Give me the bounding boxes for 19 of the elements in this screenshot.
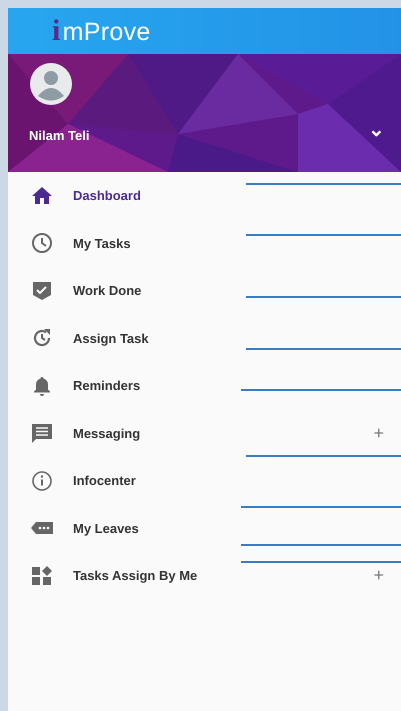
- menu-item[interactable]: Work Done: [8, 267, 401, 314]
- expand-toggle[interactable]: +: [373, 422, 384, 444]
- menu-item[interactable]: Assign Task: [8, 314, 401, 362]
- expand-toggle[interactable]: +: [373, 565, 384, 586]
- widgets-icon: [30, 564, 54, 588]
- avatar-icon[interactable]: [30, 63, 72, 105]
- menu-item[interactable]: My Tasks: [8, 220, 401, 267]
- dropdown-toggle[interactable]: ⌄: [366, 125, 387, 145]
- menu-item[interactable]: Infocenter: [8, 457, 401, 504]
- clock-icon: [30, 231, 54, 256]
- user-name: Nilam Teli: [29, 128, 90, 142]
- app-logo: imProve: [52, 14, 151, 48]
- menu-item[interactable]: Dashboard: [8, 172, 401, 220]
- info-icon: [30, 468, 54, 493]
- menu-item[interactable]: My Leaves: [8, 504, 401, 552]
- menu-item[interactable]: Messaging +: [8, 410, 401, 457]
- chat-icon: [30, 421, 54, 446]
- menu-item[interactable]: Reminders: [8, 362, 401, 410]
- menu-item[interactable]: Tasks Assign By Me +: [8, 552, 401, 600]
